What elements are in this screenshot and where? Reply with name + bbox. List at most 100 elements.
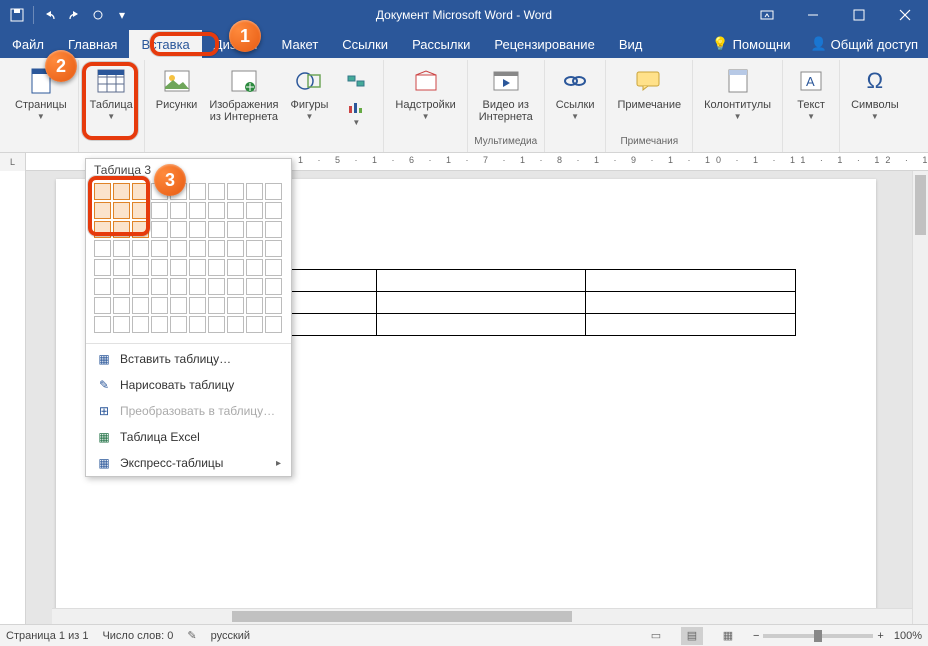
grid-cell[interactable] (227, 221, 244, 238)
comment-button[interactable]: Примечание (612, 62, 686, 134)
grid-cell[interactable] (94, 240, 111, 257)
grid-cell[interactable] (113, 221, 130, 238)
maximize-icon[interactable] (836, 0, 882, 30)
grid-cell[interactable] (132, 183, 149, 200)
grid-cell[interactable] (208, 202, 225, 219)
tab-layout[interactable]: Макет (269, 30, 330, 58)
grid-cell[interactable] (189, 240, 206, 257)
grid-cell[interactable] (208, 221, 225, 238)
grid-cell[interactable] (151, 278, 168, 295)
tab-review[interactable]: Рецензирование (482, 30, 606, 58)
grid-cell[interactable] (208, 259, 225, 276)
grid-cell[interactable] (170, 240, 187, 257)
grid-cell[interactable] (265, 259, 282, 276)
zoom-out-icon[interactable]: − (753, 630, 759, 642)
menu-excel-table[interactable]: ▦ Таблица Excel (86, 424, 291, 450)
view-print-icon[interactable]: ▤ (681, 627, 703, 645)
menu-insert-table[interactable]: ▦ Вставить таблицу… (86, 346, 291, 372)
grid-cell[interactable] (151, 240, 168, 257)
grid-cell[interactable] (113, 297, 130, 314)
grid-cell[interactable] (151, 202, 168, 219)
grid-cell[interactable] (94, 278, 111, 295)
pictures-button[interactable]: Рисунки (151, 62, 203, 134)
more-illustrations-button[interactable]: ▼ (335, 62, 377, 134)
grid-cell[interactable] (113, 240, 130, 257)
grid-cell[interactable] (132, 316, 149, 333)
grid-cell[interactable] (265, 183, 282, 200)
qat-customize-icon[interactable]: ▾ (111, 4, 133, 26)
table-button[interactable]: Таблица ▼ (85, 62, 138, 134)
grid-cell[interactable] (227, 183, 244, 200)
zoom-value[interactable]: 100% (894, 630, 922, 642)
grid-cell[interactable] (208, 316, 225, 333)
grid-cell[interactable] (227, 278, 244, 295)
grid-cell[interactable] (208, 297, 225, 314)
grid-cell[interactable] (227, 240, 244, 257)
online-pictures-button[interactable]: Изображенияиз Интернета (204, 62, 283, 134)
grid-cell[interactable] (113, 316, 130, 333)
menu-draw-table[interactable]: ✎ Нарисовать таблицу (86, 372, 291, 398)
grid-cell[interactable] (132, 202, 149, 219)
grid-cell[interactable] (113, 278, 130, 295)
redo-icon[interactable] (63, 4, 85, 26)
grid-cell[interactable] (246, 316, 263, 333)
status-words[interactable]: Число слов: 0 (102, 630, 173, 642)
grid-cell[interactable] (246, 278, 263, 295)
horizontal-scrollbar[interactable] (52, 608, 912, 624)
symbols-button[interactable]: Ω Символы ▼ (846, 62, 904, 134)
grid-cell[interactable] (94, 202, 111, 219)
headerfooter-button[interactable]: Колонтитулы ▼ (699, 62, 776, 134)
online-video-button[interactable]: Видео изИнтернета (474, 62, 538, 134)
grid-cell[interactable] (132, 278, 149, 295)
grid-cell[interactable] (170, 221, 187, 238)
zoom-control[interactable]: − + 100% (753, 630, 922, 642)
grid-cell[interactable] (113, 183, 130, 200)
close-icon[interactable] (882, 0, 928, 30)
save-icon[interactable] (6, 4, 28, 26)
tell-me[interactable]: 💡Помощни (702, 30, 800, 58)
status-language[interactable]: русский (211, 630, 250, 642)
grid-cell[interactable] (151, 259, 168, 276)
grid-cell[interactable] (170, 259, 187, 276)
grid-cell[interactable] (170, 202, 187, 219)
grid-cell[interactable] (94, 221, 111, 238)
tab-mailings[interactable]: Рассылки (400, 30, 482, 58)
grid-cell[interactable] (151, 316, 168, 333)
grid-cell[interactable] (151, 221, 168, 238)
ribbon-options-icon[interactable] (744, 0, 790, 30)
tab-view[interactable]: Вид (607, 30, 655, 58)
grid-cell[interactable] (132, 259, 149, 276)
grid-cell[interactable] (227, 297, 244, 314)
grid-cell[interactable] (94, 297, 111, 314)
grid-cell[interactable] (189, 316, 206, 333)
table-size-grid[interactable] (86, 179, 291, 341)
menu-quick-tables[interactable]: ▦ Экспресс-таблицы ▸ (86, 450, 291, 476)
grid-cell[interactable] (246, 297, 263, 314)
grid-cell[interactable] (132, 221, 149, 238)
ruler-vertical[interactable] (0, 171, 26, 624)
grid-cell[interactable] (189, 259, 206, 276)
grid-cell[interactable] (113, 259, 130, 276)
touch-mode-icon[interactable] (87, 4, 109, 26)
undo-icon[interactable] (39, 4, 61, 26)
status-page[interactable]: Страница 1 из 1 (6, 630, 88, 642)
grid-cell[interactable] (246, 183, 263, 200)
grid-cell[interactable] (265, 278, 282, 295)
share-button[interactable]: 👤Общий доступ (800, 30, 928, 58)
grid-cell[interactable] (246, 259, 263, 276)
text-button[interactable]: A Текст ▼ (789, 62, 833, 134)
grid-cell[interactable] (189, 221, 206, 238)
grid-cell[interactable] (208, 183, 225, 200)
grid-cell[interactable] (170, 297, 187, 314)
proofing-icon[interactable]: ✎ (187, 629, 196, 642)
grid-cell[interactable] (170, 316, 187, 333)
grid-cell[interactable] (246, 221, 263, 238)
grid-cell[interactable] (227, 202, 244, 219)
grid-cell[interactable] (189, 183, 206, 200)
grid-cell[interactable] (94, 183, 111, 200)
grid-cell[interactable] (189, 202, 206, 219)
grid-cell[interactable] (189, 278, 206, 295)
zoom-slider[interactable] (763, 634, 873, 638)
shapes-button[interactable]: Фигуры ▼ (285, 62, 333, 134)
grid-cell[interactable] (94, 316, 111, 333)
